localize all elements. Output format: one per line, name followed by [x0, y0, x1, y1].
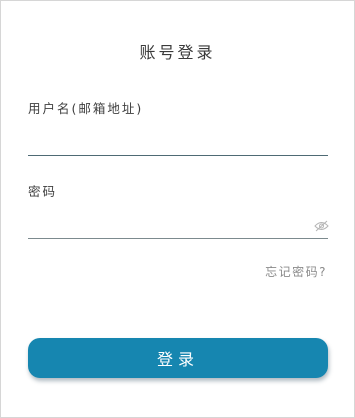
page-title: 账号登录 — [139, 43, 216, 62]
forgot-password-link[interactable]: 忘记密码? — [265, 263, 327, 280]
login-button[interactable]: 登录 — [28, 338, 328, 378]
password-input[interactable] — [28, 210, 304, 238]
password-underline — [28, 238, 328, 239]
username-label: 用户名(邮箱地址) — [28, 101, 144, 116]
eye-off-icon[interactable] — [314, 217, 329, 232]
username-input[interactable] — [28, 127, 328, 156]
login-panel: 账号登录 用户名(邮箱地址) 密码 忘记密码? 登录 — [0, 0, 355, 418]
password-label: 密码 — [28, 184, 58, 199]
